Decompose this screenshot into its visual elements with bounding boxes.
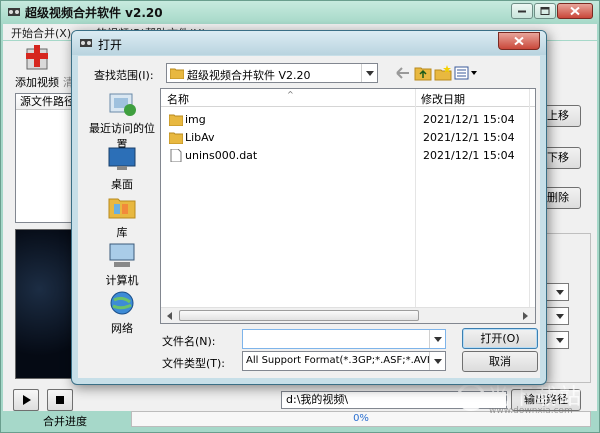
- watermark-en: www.downxia.com: [489, 406, 573, 416]
- scroll-right-icon[interactable]: [519, 311, 531, 321]
- file-date: 2021/12/1 15:04: [423, 131, 515, 144]
- watermark-logo-icon: [457, 383, 485, 411]
- video-preview: [15, 229, 75, 379]
- place-network-label: 网络: [111, 322, 133, 335]
- libraries-icon: [108, 198, 136, 219]
- recent-places-icon: [109, 93, 136, 116]
- file-name: unins000.dat: [185, 149, 258, 162]
- horizontal-scrollbar[interactable]: [161, 307, 535, 323]
- filename-input[interactable]: [242, 329, 446, 349]
- scroll-left-icon[interactable]: [164, 311, 176, 321]
- file-name: img: [185, 113, 206, 126]
- dialog-app-icon: [80, 39, 92, 47]
- filetype-combo[interactable]: All Support Format(*.3GP;*.ASF;*.AVI;: [242, 351, 446, 371]
- open-dialog: 打开 查找范围(I): 超级视频合并软件 V2.20 最近访问的位置 桌面 库 …: [71, 30, 547, 385]
- place-libraries[interactable]: 库: [86, 192, 158, 240]
- place-computer-label: 计算机: [105, 274, 139, 287]
- main-titlebar[interactable]: 超级视频合并软件 v2.20: [1, 1, 599, 23]
- look-in-combo[interactable]: 超级视频合并软件 V2.20: [166, 63, 378, 83]
- scrollbar-thumb[interactable]: [179, 310, 419, 321]
- folder-icon: [169, 132, 183, 144]
- chevron-down-icon[interactable]: [429, 352, 445, 370]
- places-bar: 最近访问的位置 桌面 库 计算机 网络: [86, 88, 158, 348]
- maximize-icon: [540, 7, 550, 15]
- file-list-view[interactable]: 名称 ^ 修改日期 img 2021/12/1 15:04 LibAv 2021…: [160, 88, 536, 324]
- app-icon: [8, 8, 20, 16]
- main-window-title: 超级视频合并软件 v2.20: [25, 6, 163, 20]
- maximize-button[interactable]: [534, 3, 556, 19]
- file-list-header: 名称 ^ 修改日期: [161, 89, 535, 107]
- close-icon: [570, 6, 580, 16]
- computer-icon: [109, 243, 135, 267]
- stop-button[interactable]: [47, 389, 73, 411]
- column-date-header[interactable]: 修改日期: [421, 91, 465, 107]
- close-icon: [514, 36, 524, 46]
- play-icon: [23, 395, 31, 405]
- dialog-title: 打开: [98, 38, 123, 52]
- play-button[interactable]: [13, 389, 39, 411]
- column-name-header[interactable]: 名称: [167, 91, 189, 107]
- file-date: 2021/12/1 15:04: [423, 113, 515, 126]
- place-desktop-label: 桌面: [111, 178, 133, 191]
- dialog-body: 查找范围(I): 超级视频合并软件 V2.20 最近访问的位置 桌面 库 计算机…: [78, 56, 540, 378]
- folder-icon: [169, 114, 183, 126]
- look-in-value: 超级视频合并软件 V2.20: [187, 69, 311, 82]
- cancel-button[interactable]: 取消: [462, 351, 538, 372]
- sort-up-icon: ^: [287, 90, 294, 99]
- progress-label: 合并进度: [43, 415, 87, 428]
- folder-icon: [170, 68, 184, 79]
- back-arrow-icon[interactable]: [394, 64, 412, 82]
- filename-label: 文件名(N):: [162, 335, 216, 348]
- new-folder-icon[interactable]: [434, 64, 452, 82]
- file-name: LibAv: [185, 131, 215, 144]
- document-icon: [170, 149, 182, 162]
- open-button[interactable]: 打开(O): [462, 328, 538, 349]
- file-row[interactable]: unins000.dat 2021/12/1 15:04: [161, 147, 535, 165]
- place-recent[interactable]: 最近访问的位置: [86, 88, 158, 152]
- minimize-icon: [518, 10, 526, 13]
- chevron-down-icon[interactable]: [361, 64, 377, 82]
- window-controls: [511, 3, 593, 19]
- network-icon: [110, 291, 134, 315]
- place-network[interactable]: 网络: [86, 288, 158, 336]
- minimize-button[interactable]: [511, 3, 533, 19]
- filetype-value: All Support Format(*.3GP;*.ASF;*.AVI;: [246, 355, 434, 366]
- file-date: 2021/12/1 15:04: [423, 149, 515, 162]
- dialog-close-button[interactable]: [498, 32, 540, 50]
- menu-start-merge[interactable]: 开始合并(X): [11, 25, 71, 41]
- view-menu-icon[interactable]: [454, 64, 478, 82]
- close-button[interactable]: [557, 3, 593, 19]
- place-computer[interactable]: 计算机: [86, 240, 158, 288]
- desktop-icon: [108, 147, 136, 170]
- watermark: 光下载站 www.downxia.com: [457, 379, 597, 419]
- filetype-label: 文件类型(T):: [162, 357, 226, 370]
- file-row[interactable]: img 2021/12/1 15:04: [161, 111, 535, 129]
- add-video-button[interactable]: 添加视频: [15, 74, 59, 90]
- chevron-down-icon[interactable]: [429, 330, 445, 348]
- stop-icon: [56, 396, 64, 404]
- file-row[interactable]: LibAv 2021/12/1 15:04: [161, 129, 535, 147]
- up-folder-icon[interactable]: [414, 64, 432, 82]
- dialog-titlebar[interactable]: 打开: [72, 31, 546, 55]
- look-in-label: 查找范围(I):: [94, 69, 154, 82]
- place-desktop[interactable]: 桌面: [86, 144, 158, 192]
- place-libraries-label: 库: [116, 226, 128, 239]
